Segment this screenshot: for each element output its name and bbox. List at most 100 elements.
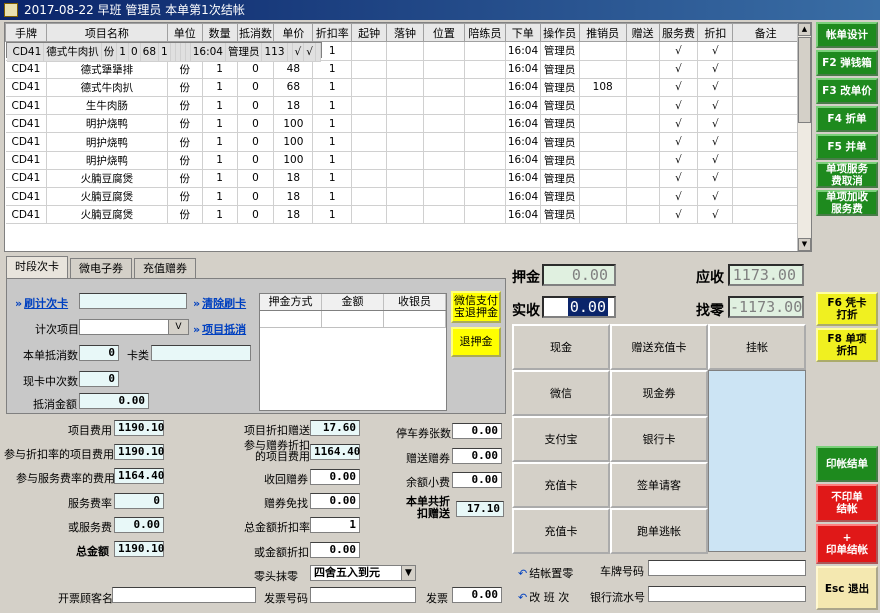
plate-number-field[interactable] — [648, 560, 806, 576]
tab-time-card[interactable]: 时段次卡 — [6, 256, 68, 278]
grid-column-header[interactable]: 折扣 — [697, 23, 734, 42]
change-shift-link[interactable]: ↶ 改 班 次 — [518, 589, 569, 605]
pay-cash-button[interactable]: 现金 — [512, 324, 610, 370]
gift-coupon-field[interactable]: 0.00 — [452, 448, 502, 464]
scroll-up-arrow-icon[interactable]: ▲ — [798, 23, 811, 36]
pay-alipay-button[interactable]: 支付宝 — [512, 416, 610, 462]
table-row[interactable]: CD41 明护烧鸭份 1 0 100 1 16:04 管理员 √ √ — [5, 151, 799, 170]
table-row[interactable]: CD41 火腩豆腐煲份 1 0 18 1 16:04 管理员 √ √ — [5, 169, 799, 189]
table-cell: 生牛肉肠 — [46, 96, 168, 116]
grid-column-header[interactable]: 位置 — [422, 23, 465, 42]
coupon-free-field[interactable]: 0.00 — [310, 493, 360, 509]
open-cashbox-button[interactable]: F2 弹钱箱 — [816, 50, 878, 76]
print-and-settle-button[interactable]: + 印单结帐 — [816, 524, 878, 564]
grid-column-header[interactable]: 抵消数 — [236, 23, 275, 42]
item-offset-link[interactable]: » 项目抵消 — [193, 321, 246, 337]
refund-deposit-button[interactable]: 退押金 — [451, 327, 501, 357]
settle-no-print-button[interactable]: 不印单 结帐 — [816, 484, 878, 522]
bill-design-button[interactable]: 帐单设计 — [816, 22, 878, 48]
table-row[interactable]: CD41 生牛肉肠份 1 0 18 1 16:04 管理员 √ √ — [5, 96, 799, 116]
table-row[interactable]: CD41 火腩豆腐煲份 1 0 18 1 16:04 管理员 √ √ — [5, 205, 799, 225]
table-row[interactable]: CD41 德式牛肉扒份 1 0 68 1 16:04 管理员 108 √ √ — [5, 78, 799, 98]
invoice-number-field[interactable] — [310, 587, 416, 603]
tab-e-coupon[interactable]: 微电子券 — [70, 258, 132, 278]
deposit-table-row[interactable] — [260, 311, 446, 328]
table-row[interactable]: CD41 明护烧鸭份 1 0 100 1 16:04 管理员 √ √ — [5, 132, 799, 152]
grid-vertical-scrollbar[interactable]: ▲ ▼ — [797, 23, 811, 251]
service-rate-field[interactable]: 0 — [114, 493, 164, 509]
pay-wechat-button[interactable]: 微信 — [512, 370, 610, 416]
change-price-button[interactable]: F3 改单价 — [816, 78, 878, 104]
on-account-list[interactable] — [708, 370, 806, 552]
pay-skip-bill-button[interactable]: 跑单逃帐 — [610, 508, 708, 554]
table-cell: 100 — [273, 132, 314, 152]
scroll-thumb[interactable] — [798, 37, 811, 123]
invoice-customer-field[interactable] — [112, 587, 256, 603]
grid-column-header[interactable]: 单位 — [166, 23, 203, 42]
add-item-service-fee-button[interactable]: 单项加收 服务费 — [816, 190, 878, 216]
item-discount-button[interactable]: F8 单项 折扣 — [816, 328, 878, 362]
card-discount-button[interactable]: F6 凭卡 打折 — [816, 292, 878, 326]
grid-column-header[interactable]: 下单 — [504, 23, 541, 42]
grid-column-header[interactable]: 折扣率 — [312, 23, 353, 42]
table-cell: 1 — [202, 78, 238, 98]
collect-coupon-field[interactable]: 0.00 — [310, 469, 360, 485]
table-row[interactable]: CD41 德式牛肉扒份 1 0 68 1 16:04 管理员 113 √ √ — [5, 42, 322, 62]
or-service-fee-field[interactable]: 0.00 — [114, 517, 164, 533]
grid-column-header[interactable]: 赠送 — [625, 23, 660, 42]
pay-sign-treat-button[interactable]: 签单请客 — [610, 462, 708, 508]
pay-recharge-card-2-button[interactable]: 充值卡 — [512, 508, 610, 554]
or-total-discount-field[interactable]: 0.00 — [310, 542, 360, 558]
merge-bill-button[interactable]: F5 并单 — [816, 134, 878, 160]
pay-cash-coupon-button[interactable]: 现金券 — [610, 370, 708, 416]
balance-tip-field[interactable]: 0.00 — [452, 472, 502, 488]
grid-column-header[interactable]: 项目名称 — [45, 23, 168, 42]
card-mid-field[interactable]: 0 — [79, 371, 119, 387]
total-discount-rate-field[interactable]: 1 — [310, 517, 360, 533]
wechat-alipay-refund-deposit-button[interactable]: 微信支付 宝退押金 — [451, 291, 501, 323]
pay-gift-recharge-card-button[interactable]: 赠送充值卡 — [610, 324, 708, 370]
table-cell: 份 — [167, 132, 203, 152]
table-cell — [351, 169, 388, 189]
bank-serial-field[interactable] — [648, 586, 806, 602]
chevron-down-icon[interactable]: ▼ — [401, 566, 415, 580]
clear-swipe-link[interactable]: » 清除刷卡 — [193, 295, 246, 311]
split-bill-button[interactable]: F4 折单 — [816, 106, 878, 132]
grid-column-header[interactable]: 服务费 — [658, 23, 699, 42]
order-items-grid[interactable]: 手牌 项目名称 单位 数量 抵消数 单价 折扣率 起钟 落钟 位置 陪练员 下单 操作员 推销员 赠送 服务费… — [4, 22, 812, 252]
swipe-count-card-link[interactable]: » 刷计次卡 — [15, 295, 68, 311]
grid-column-header[interactable]: 起钟 — [351, 23, 388, 42]
offset-amount-field[interactable]: 0.00 — [79, 393, 149, 409]
deposit-table[interactable]: 押金方式 金额 收银员 — [259, 293, 447, 411]
pay-on-account-button[interactable]: 挂帐 — [708, 324, 806, 370]
offset-count-field[interactable]: 0 — [79, 345, 119, 361]
print-settle-button[interactable]: 印帐结单 — [816, 446, 878, 482]
grid-column-header[interactable]: 操作员 — [539, 23, 580, 42]
pay-bank-card-button[interactable]: 银行卡 — [610, 416, 708, 462]
rounding-select[interactable]: 四舍五入到元 ▼ — [310, 565, 416, 581]
count-item-select[interactable]: V — [79, 319, 189, 335]
parking-field[interactable]: 0.00 — [452, 423, 502, 439]
grid-column-header[interactable]: 单价 — [273, 23, 314, 42]
grid-column-header[interactable]: 推销员 — [578, 23, 627, 42]
grid-column-header[interactable]: 陪练员 — [463, 23, 506, 42]
cancel-item-service-fee-button[interactable]: 单项服务 费取消 — [816, 162, 878, 188]
scroll-down-arrow-icon[interactable]: ▼ — [798, 238, 811, 251]
card-type-field[interactable] — [151, 345, 251, 361]
tab-recharge-coupon[interactable]: 充值赠券 — [134, 258, 196, 278]
table-row[interactable]: CD41 明护烧鸭份 1 0 100 1 16:04 管理员 √ √ — [5, 114, 799, 134]
count-card-input[interactable] — [79, 293, 187, 309]
invoice-field[interactable]: 0.00 — [452, 587, 502, 603]
reset-settle-link[interactable]: ↶ 结帐置零 — [518, 565, 573, 581]
esc-exit-button[interactable]: Esc 退出 — [816, 566, 878, 610]
table-row[interactable]: CD41德式犟犟排份1048116:04管理员√√ — [5, 60, 799, 79]
grid-column-header[interactable]: 数量 — [201, 23, 238, 42]
chevron-down-icon[interactable]: V — [168, 320, 188, 334]
grid-column-header[interactable]: 手牌 — [5, 23, 47, 42]
grid-column-header[interactable]: 备注 — [732, 23, 799, 42]
table-row[interactable]: CD41 火腩豆腐煲份 1 0 18 1 16:04 管理员 √ √ — [5, 187, 799, 207]
actual-received-input[interactable]: 0.00 — [542, 296, 616, 318]
grid-column-header[interactable]: 落钟 — [386, 23, 424, 42]
table-cell — [464, 42, 506, 61]
pay-recharge-card-button[interactable]: 充值卡 — [512, 462, 610, 508]
